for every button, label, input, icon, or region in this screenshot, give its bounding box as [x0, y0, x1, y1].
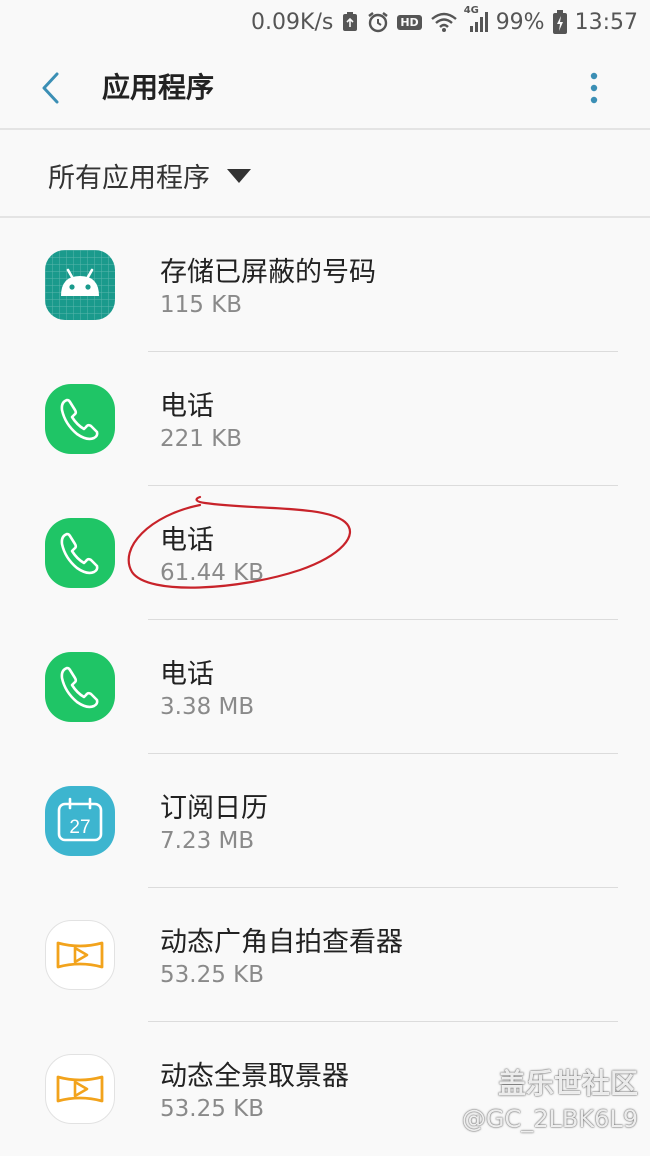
app-name: 电话: [160, 391, 214, 422]
wifi-icon: [430, 11, 458, 33]
app-name: 电话: [160, 659, 214, 690]
screen: 0.09K/s HD 4G 99% 13:57 应用程序 所有应用程序 存储已屏…: [0, 0, 650, 1156]
calendar-icon: 27: [45, 786, 115, 856]
watermark-user: @GC_2LBK6L9: [461, 1105, 638, 1133]
app-size: 61.44 KB: [160, 560, 265, 586]
recycle-icon: [341, 11, 359, 33]
watermark: 盖乐世社区 @GC_2LBK6L9: [462, 1066, 638, 1136]
signal-icon: 4G: [464, 5, 488, 33]
list-item[interactable]: 电话 61.44 KB: [0, 486, 650, 620]
app-name: 电话: [160, 525, 214, 556]
app-size: 7.23 MB: [160, 828, 255, 854]
app-list: 存储已屏蔽的号码 115 KB 电话 221 KB 电话 61.44 KB 电话…: [0, 218, 650, 1156]
chevron-left-icon: [42, 72, 59, 104]
app-name: 订阅日历: [160, 793, 268, 824]
filter-bar: 所有应用程序: [0, 130, 650, 218]
list-item[interactable]: 动态广角自拍查看器 53.25 KB: [0, 888, 650, 1022]
more-options-button[interactable]: [576, 68, 612, 108]
list-item[interactable]: 电话 3.38 MB: [0, 620, 650, 754]
battery-percent: 99%: [495, 9, 545, 35]
phone-icon: [45, 652, 115, 722]
app-size: 115 KB: [160, 292, 243, 318]
battery-charging-icon: [552, 10, 567, 34]
more-vertical-icon: [590, 72, 598, 104]
hd-badge: HD: [397, 14, 422, 30]
app-toolbar: 应用程序: [0, 44, 650, 130]
back-button[interactable]: [30, 68, 70, 108]
phone-icon: [45, 518, 115, 588]
app-size: 53.25 KB: [160, 1096, 265, 1122]
android-icon: [45, 250, 115, 320]
app-filter-dropdown[interactable]: 所有应用程序: [48, 156, 252, 195]
panorama-play-icon: [45, 1054, 115, 1124]
watermark-title: 盖乐世社区: [497, 1067, 638, 1100]
calendar-day-number: 27: [69, 817, 90, 838]
panorama-play-icon: [45, 920, 115, 990]
dropdown-arrow-icon: [226, 168, 252, 184]
app-size: 3.38 MB: [160, 694, 255, 720]
list-item[interactable]: 27 订阅日历 7.23 MB: [0, 754, 650, 888]
app-name: 存储已屏蔽的号码: [160, 257, 376, 288]
alarm-icon: [367, 11, 389, 33]
net-speed: 0.09K/s: [251, 9, 334, 35]
list-item[interactable]: 电话 221 KB: [0, 352, 650, 486]
net-type-label: 4G: [463, 5, 479, 16]
page-title: 应用程序: [102, 71, 215, 104]
list-item[interactable]: 存储已屏蔽的号码 115 KB: [0, 218, 650, 352]
clock-time: 13:57: [574, 9, 638, 35]
app-name: 动态全景取景器: [160, 1061, 349, 1092]
app-name: 动态广角自拍查看器: [160, 927, 403, 958]
status-bar: 0.09K/s HD 4G 99% 13:57: [0, 0, 650, 44]
app-size: 221 KB: [160, 426, 243, 452]
phone-icon: [45, 384, 115, 454]
filter-label: 所有应用程序: [48, 163, 210, 194]
app-size: 53.25 KB: [160, 962, 265, 988]
